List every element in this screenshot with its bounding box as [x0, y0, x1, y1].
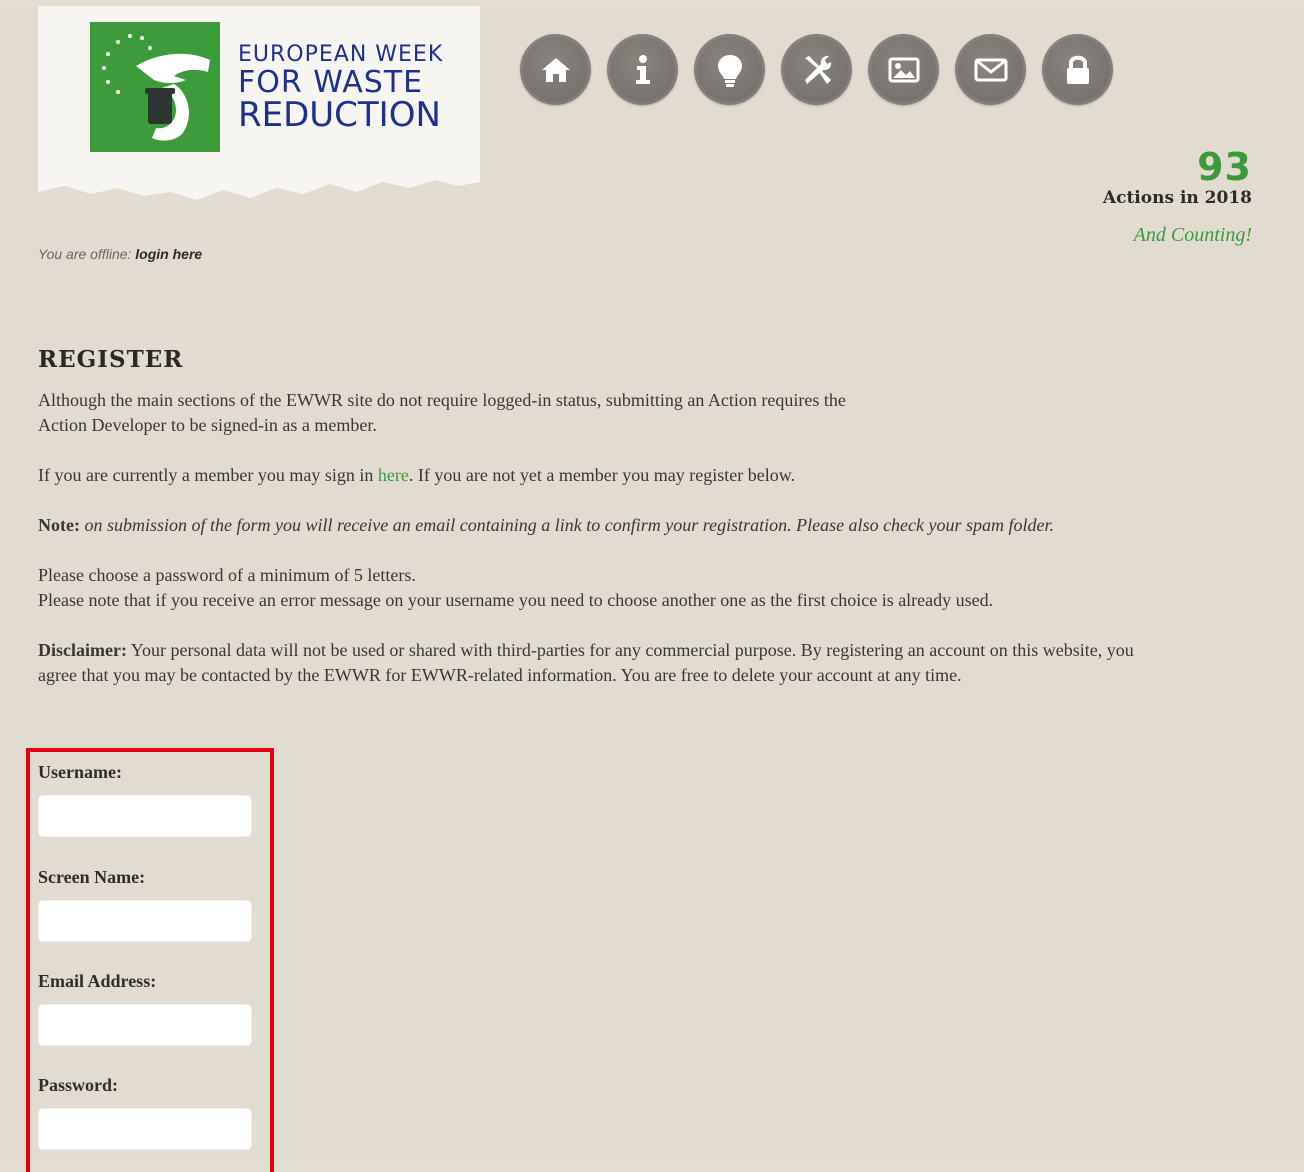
mail-icon [974, 58, 1007, 81]
lock-icon [1066, 55, 1089, 84]
username-field-group: Username: [38, 762, 252, 837]
actions-count: 93 [1197, 145, 1252, 189]
ewwr-logo-icon [90, 22, 220, 152]
password-field-group: Password: [38, 1075, 252, 1150]
login-status: You are offline: login here [38, 246, 202, 262]
screenname-label: Screen Name: [38, 867, 146, 887]
main-nav [520, 34, 1113, 105]
signin-text-after: . If you are not yet a member you may re… [408, 465, 796, 485]
password-paragraph: Please choose a password of a minimum of… [38, 563, 1168, 613]
nav-tools-button[interactable] [781, 34, 852, 105]
register-intro: Although the main sections of the EWWR s… [38, 388, 1168, 713]
signin-paragraph: If you are currently a member you may si… [38, 463, 1168, 488]
note-text: on submission of the form you will recei… [79, 515, 1055, 535]
nav-info-button[interactable] [607, 34, 678, 105]
disclaimer-paragraph: Disclaimer: Your personal data will not … [38, 638, 1168, 688]
username-label: Username: [38, 762, 122, 782]
nav-ideas-button[interactable] [694, 34, 765, 105]
username-input[interactable] [38, 795, 252, 837]
nav-gallery-button[interactable] [868, 34, 939, 105]
note-label: Note: [38, 515, 80, 535]
home-icon [541, 57, 570, 82]
logo-line-2: FOR WASTE [238, 65, 424, 100]
lightbulb-icon [717, 54, 742, 87]
screenname-field-group: Screen Name: [38, 867, 252, 942]
nav-login-button[interactable] [1042, 34, 1113, 105]
page-title: REGISTER [38, 346, 184, 373]
info-icon [635, 54, 650, 84]
image-icon [888, 57, 919, 82]
disclaimer-label: Disclaimer: [38, 640, 127, 660]
email-input[interactable] [38, 1004, 252, 1046]
logo-line-1: EUROPEAN WEEK [238, 42, 444, 67]
counter-tagline: And Counting! [1133, 224, 1252, 246]
email-field-group: Email Address: [38, 971, 252, 1046]
password-rule: Please choose a password of a minimum of… [38, 565, 416, 585]
actions-count-label: Actions in 2018 [1102, 188, 1252, 208]
login-link[interactable]: login here [135, 246, 202, 262]
tools-icon [804, 55, 831, 84]
disclaimer-text: Your personal data will not be used or s… [38, 640, 1134, 685]
site-logo[interactable]: EUROPEAN WEEK FOR WASTE REDUCTION [38, 6, 480, 200]
email-label: Email Address: [38, 971, 157, 991]
registration-form-highlight: Username: Screen Name: Email Address: Pa… [26, 748, 274, 1172]
signin-here-link[interactable]: here [378, 465, 409, 485]
nav-contact-button[interactable] [955, 34, 1026, 105]
nav-home-button[interactable] [520, 34, 591, 105]
logo-line-3: REDUCTION [238, 95, 441, 135]
password-label: Password: [38, 1075, 118, 1095]
logo-wordmark: EUROPEAN WEEK FOR WASTE REDUCTION [238, 42, 444, 135]
intro-paragraph: Although the main sections of the EWWR s… [38, 390, 846, 435]
note-paragraph: Note: on submission of the form you will… [38, 513, 1168, 538]
actions-counter: 93 Actions in 2018 And Counting! [1103, 148, 1252, 247]
login-status-text: You are offline: [38, 246, 136, 262]
signin-text-before: If you are currently a member you may si… [38, 465, 378, 485]
screenname-input[interactable] [38, 900, 252, 942]
password-input[interactable] [38, 1108, 252, 1150]
username-note: Please note that if you receive an error… [38, 590, 994, 610]
